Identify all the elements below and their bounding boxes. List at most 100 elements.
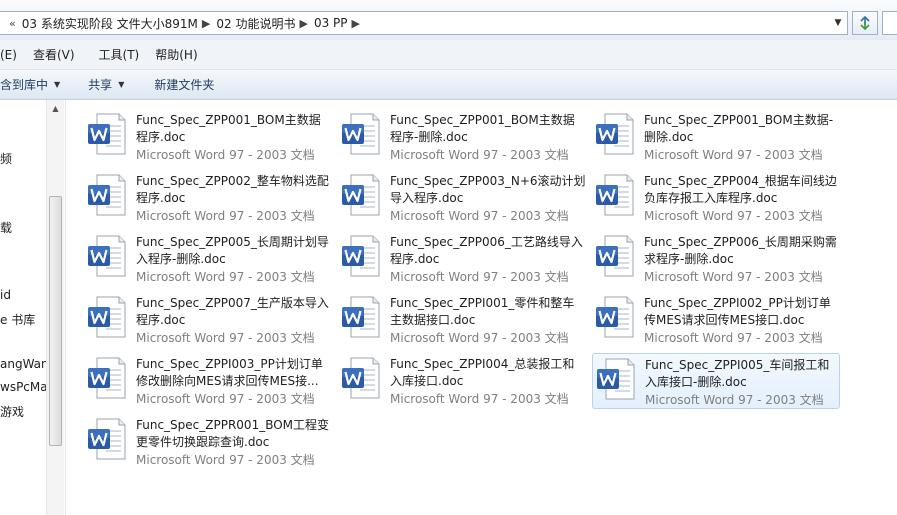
file-item[interactable]: Func_Spec_ZPP004_根据车间线边负库存报工入库程序.doc Mic… — [592, 170, 840, 226]
file-text: Func_Spec_ZPP006_工艺路线导入程序.doc Microsoft … — [390, 234, 586, 286]
breadcrumb-overflow-icon[interactable]: « — [9, 17, 16, 30]
word-document-icon — [342, 113, 380, 155]
file-text: Func_Spec_ZPPI002_PP计划订单传MES请求回传MES接口.do… — [644, 295, 840, 347]
word-document-icon — [596, 296, 634, 338]
file-name: Func_Spec_ZPP003_N+6滚动计划导入程序.doc — [390, 174, 586, 205]
file-text: Func_Spec_ZPP005_长周期计划导入程序-删除.doc Micros… — [136, 234, 332, 286]
menu-help[interactable]: 帮助(H) — [147, 46, 205, 63]
share-button[interactable]: 共享 ▼ — [70, 76, 134, 93]
word-document-icon — [88, 357, 126, 399]
word-document-icon — [342, 235, 380, 277]
address-dropdown-icon[interactable]: ▼ — [829, 12, 847, 34]
file-name: Func_Spec_ZPPR001_BOM工程变更零件切换跟踪查询.doc — [136, 418, 330, 449]
file-item[interactable]: Func_Spec_ZPPI001_零件和整车主数据接口.doc Microso… — [338, 292, 586, 348]
file-item[interactable]: Func_Spec_ZPPI003_PP计划订单修改删除向MES请求回传MES接… — [84, 353, 332, 409]
file-type: Microsoft Word 97 - 2003 文档 — [645, 393, 824, 407]
address-bar[interactable]: « 03 系统实现阶段 文件大小891M ▶ 02 功能说明书 ▶ 03 PP … — [0, 11, 848, 35]
file-name: Func_Spec_ZPP005_长周期计划导入程序-删除.doc — [136, 235, 329, 266]
file-type: Microsoft Word 97 - 2003 文档 — [136, 453, 315, 467]
file-name: Func_Spec_ZPPI003_PP计划订单修改删除向MES请求回传MES接… — [136, 357, 323, 388]
file-text: Func_Spec_ZPP007_生产版本导入程序.doc Microsoft … — [136, 295, 332, 347]
file-type: Microsoft Word 97 - 2003 文档 — [644, 331, 823, 345]
file-item[interactable]: Func_Spec_ZPPI004_总装报工和入库接口.doc Microsof… — [338, 353, 586, 409]
menu-edit[interactable]: (E) — [0, 48, 25, 62]
file-type: Microsoft Word 97 - 2003 文档 — [644, 148, 823, 162]
file-item[interactable]: Func_Spec_ZPP005_长周期计划导入程序-删除.doc Micros… — [84, 231, 332, 287]
word-document-icon — [88, 113, 126, 155]
nav-item[interactable]: angWan — [0, 357, 49, 371]
file-name: Func_Spec_ZPPI005_车间报工和入库接口-删除.doc — [645, 358, 830, 389]
file-type: Microsoft Word 97 - 2003 文档 — [136, 209, 315, 223]
scrollbar-thumb[interactable] — [49, 196, 62, 446]
file-name: Func_Spec_ZPP006_长周期采购需求程序-删除.doc — [644, 235, 837, 266]
search-input[interactable] — [882, 11, 897, 35]
file-item[interactable]: Func_Spec_ZPP001_BOM主数据程序.doc Microsoft … — [84, 109, 332, 165]
file-name: Func_Spec_ZPP001_BOM主数据-删除.doc — [644, 113, 834, 144]
nav-item[interactable]: 频 — [0, 150, 12, 167]
file-type: Microsoft Word 97 - 2003 文档 — [136, 270, 315, 284]
word-document-icon — [342, 357, 380, 399]
chevron-right-icon[interactable]: ▶ — [352, 17, 360, 30]
include-in-library-button[interactable]: 含到库中 ▼ — [0, 76, 70, 93]
file-text: Func_Spec_ZPPR001_BOM工程变更零件切换跟踪查询.doc Mi… — [136, 417, 332, 469]
file-item[interactable]: Func_Spec_ZPPR001_BOM工程变更零件切换跟踪查询.doc Mi… — [84, 414, 332, 470]
file-text: Func_Spec_ZPP001_BOM主数据程序.doc Microsoft … — [136, 112, 332, 164]
nav-item[interactable]: wsPcMa — [0, 380, 48, 394]
new-folder-button[interactable]: 新建文件夹 — [134, 76, 224, 93]
file-item[interactable]: Func_Spec_ZPP001_BOM主数据-删除.doc Microsoft… — [592, 109, 840, 165]
word-document-icon — [88, 418, 126, 460]
file-item[interactable]: Func_Spec_ZPP001_BOM主数据程序-删除.doc Microso… — [338, 109, 586, 165]
nav-item[interactable]: 载 — [0, 219, 12, 236]
file-name: Func_Spec_ZPP001_BOM主数据程序-删除.doc — [390, 113, 575, 144]
file-text: Func_Spec_ZPP001_BOM主数据程序-删除.doc Microso… — [390, 112, 586, 164]
chevron-down-icon: ▼ — [54, 80, 61, 89]
chevron-right-icon[interactable]: ▶ — [299, 17, 307, 30]
file-item[interactable]: Func_Spec_ZPP003_N+6滚动计划导入程序.doc Microso… — [338, 170, 586, 226]
breadcrumb-item[interactable]: 02 功能说明书 — [216, 15, 295, 32]
file-name: Func_Spec_ZPP007_生产版本导入程序.doc — [136, 296, 329, 327]
file-item[interactable]: Func_Spec_ZPP006_工艺路线导入程序.doc Microsoft … — [338, 231, 586, 287]
file-item[interactable]: Func_Spec_ZPP002_整车物料选配程序.doc Microsoft … — [84, 170, 332, 226]
file-type: Microsoft Word 97 - 2003 文档 — [390, 392, 569, 406]
chevron-right-icon[interactable]: ▶ — [202, 17, 210, 30]
word-document-icon — [596, 113, 634, 155]
nav-item[interactable]: 游戏 — [0, 403, 24, 420]
file-name: Func_Spec_ZPP002_整车物料选配程序.doc — [136, 174, 329, 205]
file-name: Func_Spec_ZPP006_工艺路线导入程序.doc — [390, 235, 583, 266]
menu-bar: (E) 查看(V) 工具(T) 帮助(H) — [0, 40, 897, 70]
file-item[interactable]: Func_Spec_ZPPI005_车间报工和入库接口-删除.doc Micro… — [592, 353, 840, 409]
word-document-icon — [596, 174, 634, 216]
file-item[interactable]: Func_Spec_ZPPI002_PP计划订单传MES请求回传MES接口.do… — [592, 292, 840, 348]
address-bar-row: « 03 系统实现阶段 文件大小891M ▶ 02 功能说明书 ▶ 03 PP … — [0, 0, 897, 40]
file-text: Func_Spec_ZPP006_长周期采购需求程序-删除.doc Micros… — [644, 234, 840, 286]
word-document-icon — [88, 174, 126, 216]
word-document-icon — [342, 174, 380, 216]
refresh-button[interactable] — [852, 11, 878, 35]
menu-view[interactable]: 查看(V) — [25, 46, 83, 63]
file-type: Microsoft Word 97 - 2003 文档 — [644, 209, 823, 223]
file-name: Func_Spec_ZPP001_BOM主数据程序.doc — [136, 113, 321, 144]
nav-item[interactable]: id — [0, 288, 11, 302]
file-type: Microsoft Word 97 - 2003 文档 — [136, 331, 315, 345]
file-text: Func_Spec_ZPP004_根据车间线边负库存报工入库程序.doc Mic… — [644, 173, 840, 225]
scroll-up-icon[interactable]: ▲ — [47, 100, 64, 116]
file-type: Microsoft Word 97 - 2003 文档 — [390, 331, 569, 345]
word-document-icon — [88, 296, 126, 338]
command-bar: 含到库中 ▼ 共享 ▼ 新建文件夹 — [0, 70, 897, 100]
file-text: Func_Spec_ZPPI003_PP计划订单修改删除向MES请求回传MES接… — [136, 356, 332, 408]
nav-item[interactable]: e 书库 — [0, 311, 35, 328]
file-name: Func_Spec_ZPPI001_零件和整车主数据接口.doc — [390, 296, 575, 327]
file-text: Func_Spec_ZPPI001_零件和整车主数据接口.doc Microso… — [390, 295, 586, 347]
breadcrumb-item[interactable]: 03 系统实现阶段 文件大小891M — [22, 15, 198, 32]
file-text: Func_Spec_ZPP002_整车物料选配程序.doc Microsoft … — [136, 173, 332, 225]
file-type: Microsoft Word 97 - 2003 文档 — [644, 270, 823, 284]
refresh-icon — [860, 16, 870, 30]
file-name: Func_Spec_ZPP004_根据车间线边负库存报工入库程序.doc — [644, 174, 837, 205]
breadcrumb-item[interactable]: 03 PP — [314, 16, 348, 30]
file-item[interactable]: Func_Spec_ZPP007_生产版本导入程序.doc Microsoft … — [84, 292, 332, 348]
sidebar-scrollbar[interactable]: ▲ — [46, 100, 64, 515]
file-item[interactable]: Func_Spec_ZPP006_长周期采购需求程序-删除.doc Micros… — [592, 231, 840, 287]
menu-tools[interactable]: 工具(T) — [83, 46, 148, 63]
file-name: Func_Spec_ZPPI002_PP计划订单传MES请求回传MES接口.do… — [644, 296, 831, 327]
word-document-icon — [597, 358, 635, 400]
